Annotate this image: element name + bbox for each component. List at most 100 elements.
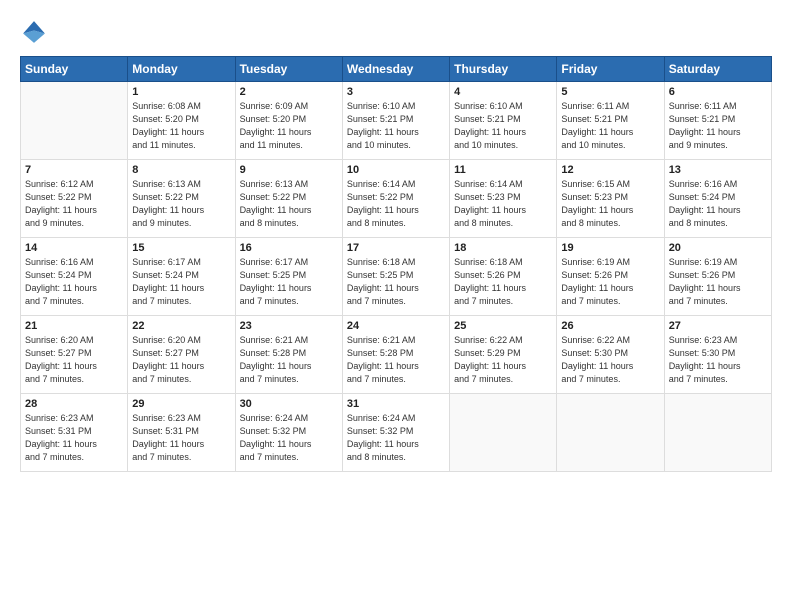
logo [20,18,52,46]
day-number: 31 [347,398,445,410]
weekday-header-monday: Monday [128,57,235,82]
day-info: Sunrise: 6:24 AM Sunset: 5:32 PM Dayligh… [347,412,445,464]
day-cell: 6 Sunrise: 6:11 AM Sunset: 5:21 PM Daylig… [664,82,771,160]
week-row-5: 28 Sunrise: 6:23 AM Sunset: 5:31 PM Dayli… [21,394,772,472]
day-number: 16 [240,242,338,254]
day-number: 11 [454,164,552,176]
page: SundayMondayTuesdayWednesdayThursdayFrid… [0,0,792,612]
day-number: 12 [561,164,659,176]
day-cell: 2Sunrise: 6:09 AM Sunset: 5:20 PM Daylig… [235,82,342,160]
day-number: 27 [669,320,767,332]
day-cell: 4 Sunrise: 6:10 AM Sunset: 5:21 PM Daylig… [450,82,557,160]
day-number: 14 [25,242,123,254]
logo-icon [20,18,48,46]
day-info: Sunrise: 6:20 AM Sunset: 5:27 PM Dayligh… [25,334,123,386]
day-number: 21 [25,320,123,332]
day-cell: 23 Sunrise: 6:21 AM Sunset: 5:28 PM Dayli… [235,316,342,394]
day-info: Sunrise: 6:22 AM Sunset: 5:29 PM Dayligh… [454,334,552,386]
day-info: Sunrise: 6:14 AM Sunset: 5:22 PM Dayligh… [347,178,445,230]
day-number: 7 [25,164,123,176]
day-info: Sunrise: 6:08 AM Sunset: 5:20 PM Dayligh… [132,100,230,152]
day-number: 24 [347,320,445,332]
header [20,18,772,46]
day-number: 18 [454,242,552,254]
day-cell: 11 Sunrise: 6:14 AM Sunset: 5:23 PM Dayli… [450,160,557,238]
day-cell: 21 Sunrise: 6:20 AM Sunset: 5:27 PM Dayli… [21,316,128,394]
day-info: Sunrise: 6:15 AM Sunset: 5:23 PM Dayligh… [561,178,659,230]
day-info: Sunrise: 6:17 AM Sunset: 5:24 PM Dayligh… [132,256,230,308]
day-cell: 28 Sunrise: 6:23 AM Sunset: 5:31 PM Dayli… [21,394,128,472]
day-number: 10 [347,164,445,176]
day-number: 17 [347,242,445,254]
day-info: Sunrise: 6:10 AM Sunset: 5:21 PM Dayligh… [347,100,445,152]
day-cell: 12 Sunrise: 6:15 AM Sunset: 5:23 PM Dayli… [557,160,664,238]
day-cell: 25 Sunrise: 6:22 AM Sunset: 5:29 PM Dayli… [450,316,557,394]
day-info: Sunrise: 6:19 AM Sunset: 5:26 PM Dayligh… [561,256,659,308]
day-info: Sunrise: 6:20 AM Sunset: 5:27 PM Dayligh… [132,334,230,386]
day-info: Sunrise: 6:13 AM Sunset: 5:22 PM Dayligh… [240,178,338,230]
day-cell: 14 Sunrise: 6:16 AM Sunset: 5:24 PM Dayli… [21,238,128,316]
day-cell: 8Sunrise: 6:13 AM Sunset: 5:22 PM Daylig… [128,160,235,238]
day-number: 6 [669,86,767,98]
day-cell: 18 Sunrise: 6:18 AM Sunset: 5:26 PM Dayli… [450,238,557,316]
day-info: Sunrise: 6:10 AM Sunset: 5:21 PM Dayligh… [454,100,552,152]
day-cell: 29 Sunrise: 6:23 AM Sunset: 5:31 PM Dayli… [128,394,235,472]
day-info: Sunrise: 6:23 AM Sunset: 5:31 PM Dayligh… [132,412,230,464]
week-row-1: 1 Sunrise: 6:08 AM Sunset: 5:20 PM Daylig… [21,82,772,160]
day-number: 4 [454,86,552,98]
day-cell: 20Sunrise: 6:19 AM Sunset: 5:26 PM Dayli… [664,238,771,316]
weekday-header-thursday: Thursday [450,57,557,82]
day-info: Sunrise: 6:09 AM Sunset: 5:20 PM Dayligh… [240,100,338,152]
day-cell: 26 Sunrise: 6:22 AM Sunset: 5:30 PM Dayli… [557,316,664,394]
day-info: Sunrise: 6:22 AM Sunset: 5:30 PM Dayligh… [561,334,659,386]
week-row-2: 7 Sunrise: 6:12 AM Sunset: 5:22 PM Daylig… [21,160,772,238]
day-number: 29 [132,398,230,410]
day-number: 23 [240,320,338,332]
day-info: Sunrise: 6:11 AM Sunset: 5:21 PM Dayligh… [669,100,767,152]
day-cell: 16 Sunrise: 6:17 AM Sunset: 5:25 PM Dayli… [235,238,342,316]
day-number: 8 [132,164,230,176]
day-cell: 5Sunrise: 6:11 AM Sunset: 5:21 PM Daylig… [557,82,664,160]
day-number: 15 [132,242,230,254]
day-info: Sunrise: 6:24 AM Sunset: 5:32 PM Dayligh… [240,412,338,464]
day-info: Sunrise: 6:17 AM Sunset: 5:25 PM Dayligh… [240,256,338,308]
day-cell: 24 Sunrise: 6:21 AM Sunset: 5:28 PM Dayli… [342,316,449,394]
day-number: 9 [240,164,338,176]
day-info: Sunrise: 6:14 AM Sunset: 5:23 PM Dayligh… [454,178,552,230]
day-cell: 30 Sunrise: 6:24 AM Sunset: 5:32 PM Dayli… [235,394,342,472]
week-row-4: 21 Sunrise: 6:20 AM Sunset: 5:27 PM Dayli… [21,316,772,394]
day-cell: 3 Sunrise: 6:10 AM Sunset: 5:21 PM Daylig… [342,82,449,160]
day-cell [21,82,128,160]
day-number: 26 [561,320,659,332]
weekday-header-tuesday: Tuesday [235,57,342,82]
day-number: 13 [669,164,767,176]
day-number: 1 [132,86,230,98]
day-info: Sunrise: 6:23 AM Sunset: 5:31 PM Dayligh… [25,412,123,464]
day-number: 20 [669,242,767,254]
day-cell [664,394,771,472]
day-number: 28 [25,398,123,410]
day-cell: 10 Sunrise: 6:14 AM Sunset: 5:22 PM Dayli… [342,160,449,238]
day-cell: 1 Sunrise: 6:08 AM Sunset: 5:20 PM Daylig… [128,82,235,160]
day-info: Sunrise: 6:18 AM Sunset: 5:25 PM Dayligh… [347,256,445,308]
weekday-header-friday: Friday [557,57,664,82]
weekday-header-wednesday: Wednesday [342,57,449,82]
day-cell: 9 Sunrise: 6:13 AM Sunset: 5:22 PM Daylig… [235,160,342,238]
day-info: Sunrise: 6:12 AM Sunset: 5:22 PM Dayligh… [25,178,123,230]
weekday-header-row: SundayMondayTuesdayWednesdayThursdayFrid… [21,57,772,82]
day-number: 19 [561,242,659,254]
day-number: 25 [454,320,552,332]
day-info: Sunrise: 6:18 AM Sunset: 5:26 PM Dayligh… [454,256,552,308]
calendar-table: SundayMondayTuesdayWednesdayThursdayFrid… [20,56,772,472]
day-info: Sunrise: 6:16 AM Sunset: 5:24 PM Dayligh… [669,178,767,230]
week-row-3: 14 Sunrise: 6:16 AM Sunset: 5:24 PM Dayli… [21,238,772,316]
day-info: Sunrise: 6:23 AM Sunset: 5:30 PM Dayligh… [669,334,767,386]
day-info: Sunrise: 6:11 AM Sunset: 5:21 PM Dayligh… [561,100,659,152]
day-info: Sunrise: 6:21 AM Sunset: 5:28 PM Dayligh… [347,334,445,386]
day-info: Sunrise: 6:16 AM Sunset: 5:24 PM Dayligh… [25,256,123,308]
day-number: 30 [240,398,338,410]
day-number: 3 [347,86,445,98]
day-cell: 15 Sunrise: 6:17 AM Sunset: 5:24 PM Dayli… [128,238,235,316]
day-info: Sunrise: 6:21 AM Sunset: 5:28 PM Dayligh… [240,334,338,386]
day-cell: 17 Sunrise: 6:18 AM Sunset: 5:25 PM Dayli… [342,238,449,316]
